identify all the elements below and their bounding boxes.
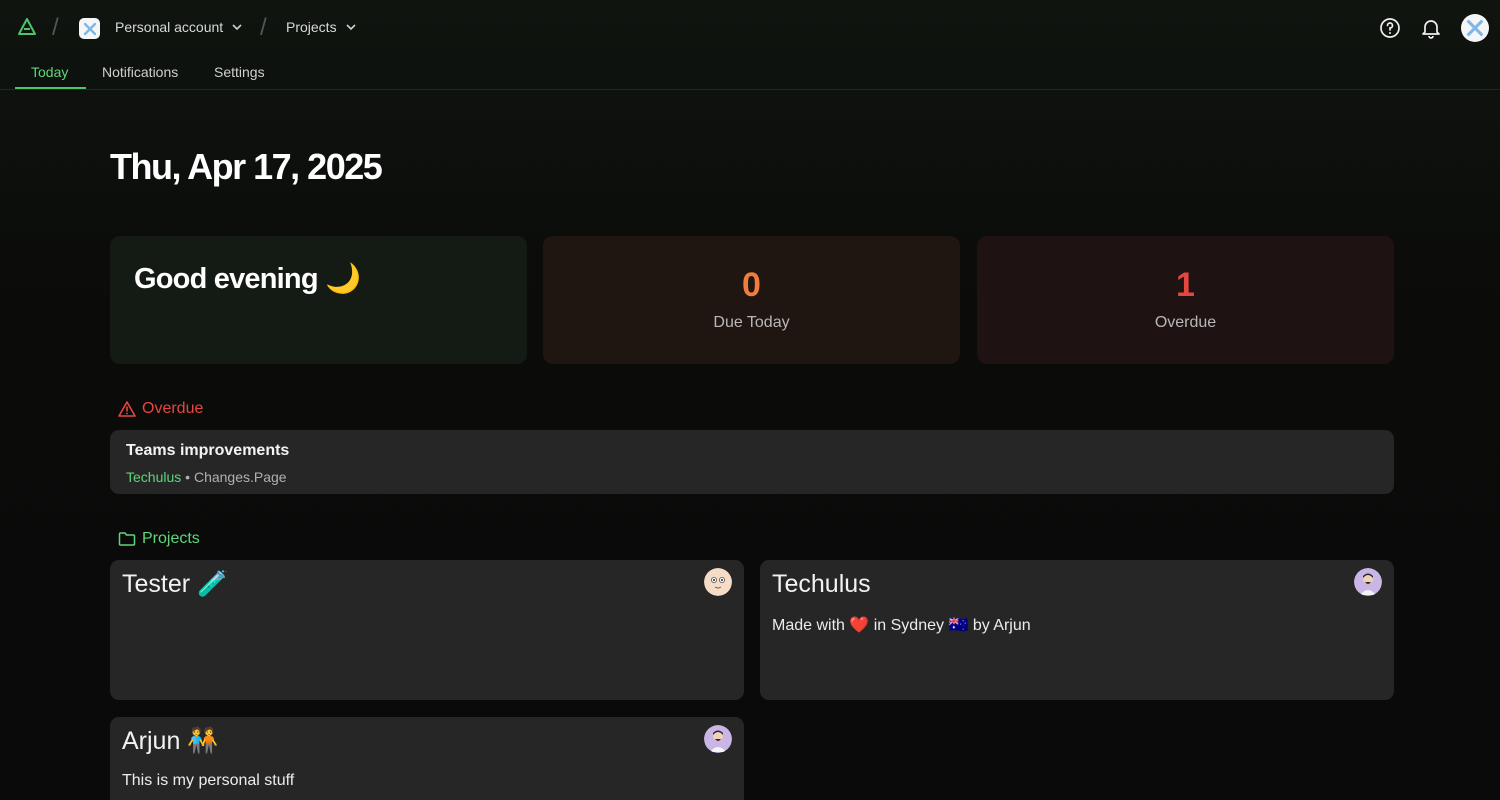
project-avatar [704,725,732,753]
account-switcher[interactable]: Personal account [115,19,243,35]
breadcrumb-separator: / [260,14,267,41]
task-meta: Techulus • Changes.Page [126,469,287,485]
tab-notifications[interactable]: Notifications [102,64,178,90]
chevron-down-icon [232,24,242,31]
projects-heading: Projects [118,530,200,548]
project-description: This is my personal stuff [122,772,295,789]
task-project-link[interactable]: Techulus [126,469,181,485]
account-name: Personal account [115,19,224,35]
overdue-heading: Overdue [118,400,203,418]
project-card-techulus[interactable]: Techulus Made with ❤️ in Sydney 🇦🇺 by Ar… [760,560,1394,700]
due-today-card[interactable]: 0 Due Today [543,236,960,364]
task-meta-separator: • [181,469,194,485]
projects-switcher[interactable]: Projects [286,19,357,35]
project-avatar [704,568,732,596]
project-card-arjun[interactable]: Arjun 🧑‍🤝‍🧑 This is my personal stuff [110,717,744,800]
page-title: Thu, Apr 17, 2025 [110,146,383,187]
project-title: Tester 🧪 [122,570,229,598]
overdue-count: 1 [1176,266,1195,304]
greeting-card: Good evening 🌙 [110,236,527,364]
warning-triangle-icon [118,401,136,417]
help-icon[interactable] [1379,17,1401,39]
active-tab-indicator [15,87,86,89]
due-today-count: 0 [742,266,761,304]
breadcrumb-separator: / [52,14,59,41]
project-title: Arjun 🧑‍🤝‍🧑 [122,727,219,755]
bell-icon[interactable] [1420,17,1442,39]
tab-bar: Today Notifications Settings [0,56,1500,90]
user-avatar[interactable] [1461,14,1489,42]
account-icon [79,18,100,39]
folder-icon [118,532,136,546]
top-bar: / Personal account / Projects [0,0,1500,56]
overdue-heading-label: Overdue [142,400,204,417]
task-title: Teams improvements [126,442,290,459]
chevron-down-icon [346,24,356,31]
overdue-label: Overdue [1154,314,1217,331]
project-avatar [1354,568,1382,596]
task-tag: Changes.Page [193,469,287,485]
projects-crumb-label: Projects [286,19,337,35]
tab-settings[interactable]: Settings [214,64,265,90]
app-logo-icon[interactable] [17,17,37,37]
greeting-text: Good evening 🌙 [134,263,361,295]
project-title: Techulus [772,570,871,598]
project-card-tester[interactable]: Tester 🧪 [110,560,744,700]
due-today-label: Due Today [713,314,790,331]
overdue-task-row[interactable]: Teams improvements Techulus • Changes.Pa… [110,430,1394,494]
project-description: Made with ❤️ in Sydney 🇦🇺 by Arjun [772,617,1031,634]
overdue-card[interactable]: 1 Overdue [977,236,1394,364]
projects-heading-label: Projects [142,530,200,547]
